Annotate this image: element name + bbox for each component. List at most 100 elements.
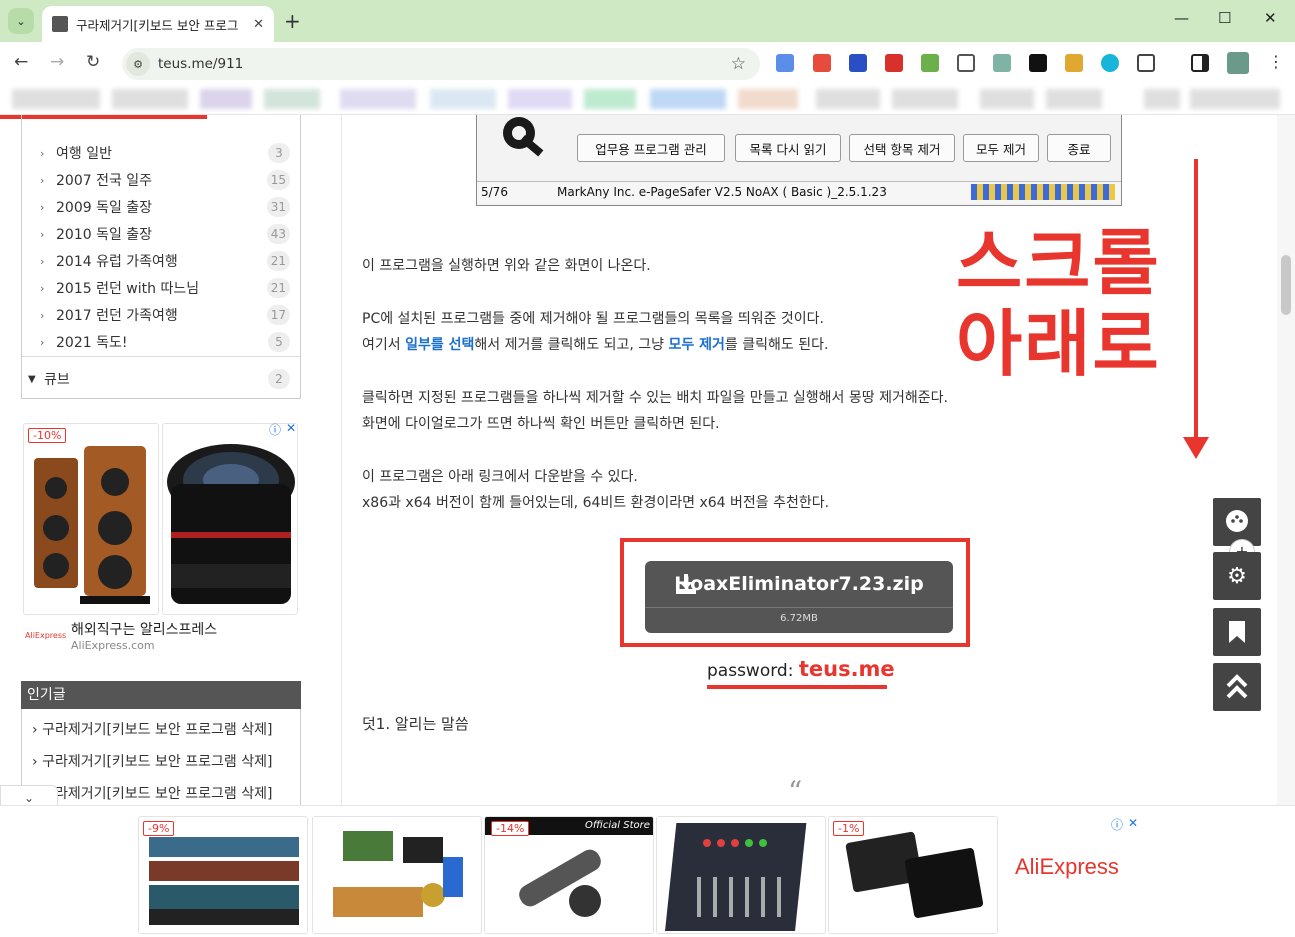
bookmark-item[interactable] — [650, 89, 726, 109]
scroll-annotation-line1: 스크롤 — [956, 221, 1161, 305]
pdf-extension-icon[interactable] — [885, 54, 903, 72]
back-arrow-icon[interactable]: ← — [14, 52, 28, 72]
download-button[interactable]: HoaxEliminator7.23.zip 6.72MB — [645, 561, 953, 633]
tab-title: 구라제거기[키보드 보안 프로그 — [76, 17, 239, 33]
popular-post-link[interactable]: › 구라제거기[키보드 보안 프로그램 삭제] — [32, 751, 292, 771]
reload-icon[interactable]: ↻ — [86, 52, 100, 72]
ad-lens-image[interactable] — [162, 423, 298, 615]
page-content: › 여행 일반 3 › 2007 전국 일주 15 › 2009 독일 출장 31 › 201… — [0, 114, 1295, 937]
chevron-right-icon: › — [40, 200, 45, 214]
bookmark-item[interactable] — [112, 89, 188, 109]
text-fragment: 여기서 — [362, 337, 406, 353]
extension-icon-3[interactable] — [849, 54, 867, 72]
minimize-button[interactable]: — — [1174, 9, 1189, 27]
maximize-button[interactable]: ☐ — [1218, 9, 1231, 27]
article-paragraph: 덧1. 알리는 말씀 — [362, 715, 469, 733]
program-status-bar: 5/76 MarkAny Inc. e-PageSafer V2.5 NoAX … — [477, 181, 1121, 203]
ad-caption[interactable]: 해외직구는 알리스프레스 — [71, 619, 217, 639]
category-item[interactable]: › 여행 일반 3 — [40, 142, 290, 164]
password-label: password: — [707, 661, 799, 681]
window-close-button[interactable]: ✕ — [1264, 9, 1277, 27]
category-cube[interactable]: ▼ 큐브 2 — [28, 368, 290, 390]
scroll-annotation-line2: 아래로 — [956, 302, 1161, 386]
popular-post-link[interactable]: › 구라제거기[키보드 보안 프로그램 삭제] — [32, 719, 292, 739]
extension-icon-9[interactable] — [1065, 54, 1083, 72]
bookmark-item[interactable] — [816, 89, 880, 109]
bookmark-item[interactable] — [508, 89, 572, 109]
bookmark-item[interactable] — [738, 89, 798, 109]
address-bar[interactable]: ⚙ teus.me/911 ☆ — [122, 48, 760, 80]
exit-button[interactable]: 종료 — [1047, 134, 1111, 162]
extensions-puzzle-icon[interactable] — [1137, 54, 1155, 72]
category-item[interactable]: › 2017 런던 가족여행 17 — [40, 304, 290, 326]
bottom-ad-banner[interactable]: -9% -14% Official Store -1% ⓘ ✕ AliExpre… — [0, 805, 1295, 937]
scroll-top-button[interactable] — [1213, 663, 1261, 711]
bookmark-item[interactable] — [12, 89, 100, 109]
new-tab-button[interactable]: + — [284, 9, 301, 33]
ad-product-games[interactable]: -9% — [138, 816, 308, 934]
bookmark-item[interactable] — [980, 89, 1034, 109]
manage-business-programs-button[interactable]: 업무용 프로그램 관리 — [577, 134, 725, 162]
category-item[interactable]: › 2007 전국 일주 15 — [40, 169, 290, 191]
category-item[interactable]: › 2009 독일 출장 31 — [40, 196, 290, 218]
ad-product-handle[interactable]: -14% Official Store — [484, 816, 654, 934]
remove-all-button[interactable]: 모두 제거 — [963, 134, 1039, 162]
extension-icon-5[interactable] — [921, 54, 939, 72]
popular-post-label: 구라제거기[키보드 보안 프로그램 삭제] — [42, 722, 273, 738]
bookmark-item[interactable] — [340, 89, 416, 109]
extension-icon-7[interactable] — [993, 54, 1011, 72]
bookmark-button[interactable] — [1213, 608, 1261, 656]
ad-close-icon[interactable]: ✕ — [286, 421, 296, 435]
tab-search-chevron-icon[interactable]: ⌄ — [8, 8, 34, 34]
popular-post-link[interactable]: › 구라제거기[키보드 보안 프로그램 삭제] — [32, 783, 292, 803]
article-paragraph: 여기서 일부를 선택해서 제거를 클릭해도 되고, 그냥 모두 제거를 클릭해도… — [362, 334, 828, 354]
active-tab[interactable]: 구라제거기[키보드 보안 프로그 ✕ — [42, 6, 274, 42]
ad-info-icon[interactable]: ⓘ — [1111, 816, 1123, 833]
ad-close-icon[interactable]: ✕ — [1128, 816, 1138, 830]
category-divider — [22, 356, 300, 357]
side-panel-icon[interactable] — [1191, 54, 1209, 72]
bookmark-item[interactable] — [200, 89, 252, 109]
url-text[interactable]: teus.me/911 — [158, 56, 731, 72]
bookmark-item[interactable] — [1190, 89, 1280, 109]
down-arrow-icon — [1194, 159, 1198, 439]
category-item[interactable]: › 2014 유럽 가족여행 21 — [40, 250, 290, 272]
extension-icon-10[interactable] — [1101, 54, 1119, 72]
bookmark-item[interactable] — [1144, 89, 1180, 109]
category-count: 17 — [266, 305, 290, 325]
extension-icon-8[interactable] — [1029, 54, 1047, 72]
profile-avatar[interactable] — [1227, 52, 1249, 74]
bookmark-item[interactable] — [430, 89, 496, 109]
download-size: 6.72MB — [780, 613, 818, 624]
tab-close-icon[interactable]: ✕ — [253, 17, 264, 32]
category-count: 43 — [266, 224, 290, 244]
bookmark-star-icon[interactable]: ☆ — [731, 54, 746, 74]
sidebar-ad[interactable]: -10% ⓘ ✕ AliExpress 해외직구는 알리스프레스 AliExpr… — [21, 421, 301, 661]
category-item[interactable]: › 2010 독일 출장 43 — [40, 223, 290, 245]
site-info-icon[interactable]: ⚙ — [126, 52, 150, 76]
menu-kebab-icon[interactable]: ⋮ — [1268, 52, 1286, 71]
bookmark-item[interactable] — [584, 89, 636, 109]
scrollbar-thumb[interactable] — [1281, 255, 1291, 315]
ad-product-kit[interactable] — [312, 816, 482, 934]
category-item[interactable]: › 2021 독도! 5 — [40, 331, 290, 353]
category-item[interactable]: › 2015 런던 with 따느님 21 — [40, 277, 290, 299]
forward-arrow-icon[interactable]: → — [50, 52, 64, 72]
extension-icon-2[interactable] — [813, 54, 831, 72]
bookmark-item[interactable] — [1046, 89, 1102, 109]
highlight-text: 모두 제거 — [668, 337, 725, 353]
remove-selected-button[interactable]: 선택 항목 제거 — [849, 134, 955, 162]
page-scrollbar[interactable] — [1277, 115, 1295, 805]
reload-list-button[interactable]: 목록 다시 읽기 — [735, 134, 841, 162]
bookmark-item[interactable] — [892, 89, 958, 109]
translate-extension-icon[interactable] — [776, 54, 794, 72]
ad-product-mixer[interactable] — [656, 816, 826, 934]
bookmark-item[interactable] — [264, 89, 320, 109]
ad-info-icon[interactable]: ⓘ — [269, 421, 281, 438]
bookmark-extension-icon[interactable] — [957, 54, 975, 72]
ad-speaker-image[interactable]: -10% — [23, 423, 159, 615]
ad-product-battery[interactable]: -1% — [828, 816, 998, 934]
quote-icon: “ — [788, 775, 803, 808]
settings-button[interactable]: ⚙ — [1213, 552, 1261, 600]
text-fragment: 를 클릭해도 된다. — [724, 337, 829, 353]
